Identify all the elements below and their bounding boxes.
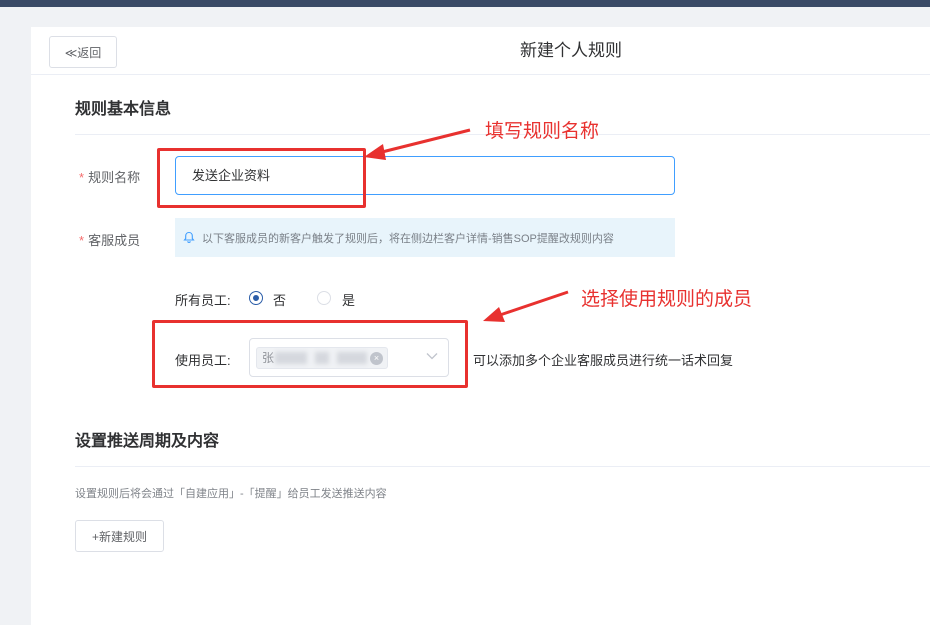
section-title-basic: 规则基本信息 — [75, 101, 172, 118]
section-title-push: 设置推送周期及内容 — [75, 433, 220, 450]
annotation-box-name — [157, 148, 366, 208]
annotation-box-members — [152, 320, 468, 388]
page-title: 新建个人规则 — [520, 41, 622, 60]
rule-name-label-text: 规则名称 — [88, 170, 141, 185]
radio-no[interactable] — [249, 291, 263, 305]
staff-hint: 可以添加多个企业客服成员进行统一话术回复 — [473, 353, 734, 368]
back-button[interactable]: ≪返回 — [49, 36, 117, 68]
required-mark: * — [79, 233, 85, 248]
annotation-select-members: 选择使用规则的成员 — [581, 289, 753, 310]
all-staff-label: 所有员工: — [175, 293, 231, 308]
push-description: 设置规则后将会通过「自建应用」-「提醒」给员工发送推送内容 — [75, 488, 387, 500]
radio-yes[interactable] — [317, 291, 331, 305]
members-notice: 以下客服成员的新客户触发了规则后，将在侧边栏客户详情-销售SOP提醒改规则内容 — [175, 218, 675, 257]
bell-icon — [183, 231, 195, 243]
members-notice-text: 以下客服成员的新客户触发了规则后，将在侧边栏客户详情-销售SOP提醒改规则内容 — [202, 232, 614, 245]
new-rule-button[interactable]: +新建规则 — [75, 520, 164, 552]
section-divider — [75, 466, 930, 467]
radio-yes-label[interactable]: 是 — [342, 290, 355, 309]
members-label: * 客服成员 — [79, 230, 140, 249]
page-header: 新建个人规则 ≪返回 — [31, 27, 930, 75]
members-label-text: 客服成员 — [88, 233, 141, 248]
rule-name-label: * 规则名称 — [79, 167, 140, 186]
required-mark: * — [79, 170, 85, 185]
top-bar — [0, 0, 930, 7]
radio-no-label[interactable]: 否 — [273, 290, 286, 309]
annotation-fill-name: 填写规则名称 — [485, 121, 600, 142]
